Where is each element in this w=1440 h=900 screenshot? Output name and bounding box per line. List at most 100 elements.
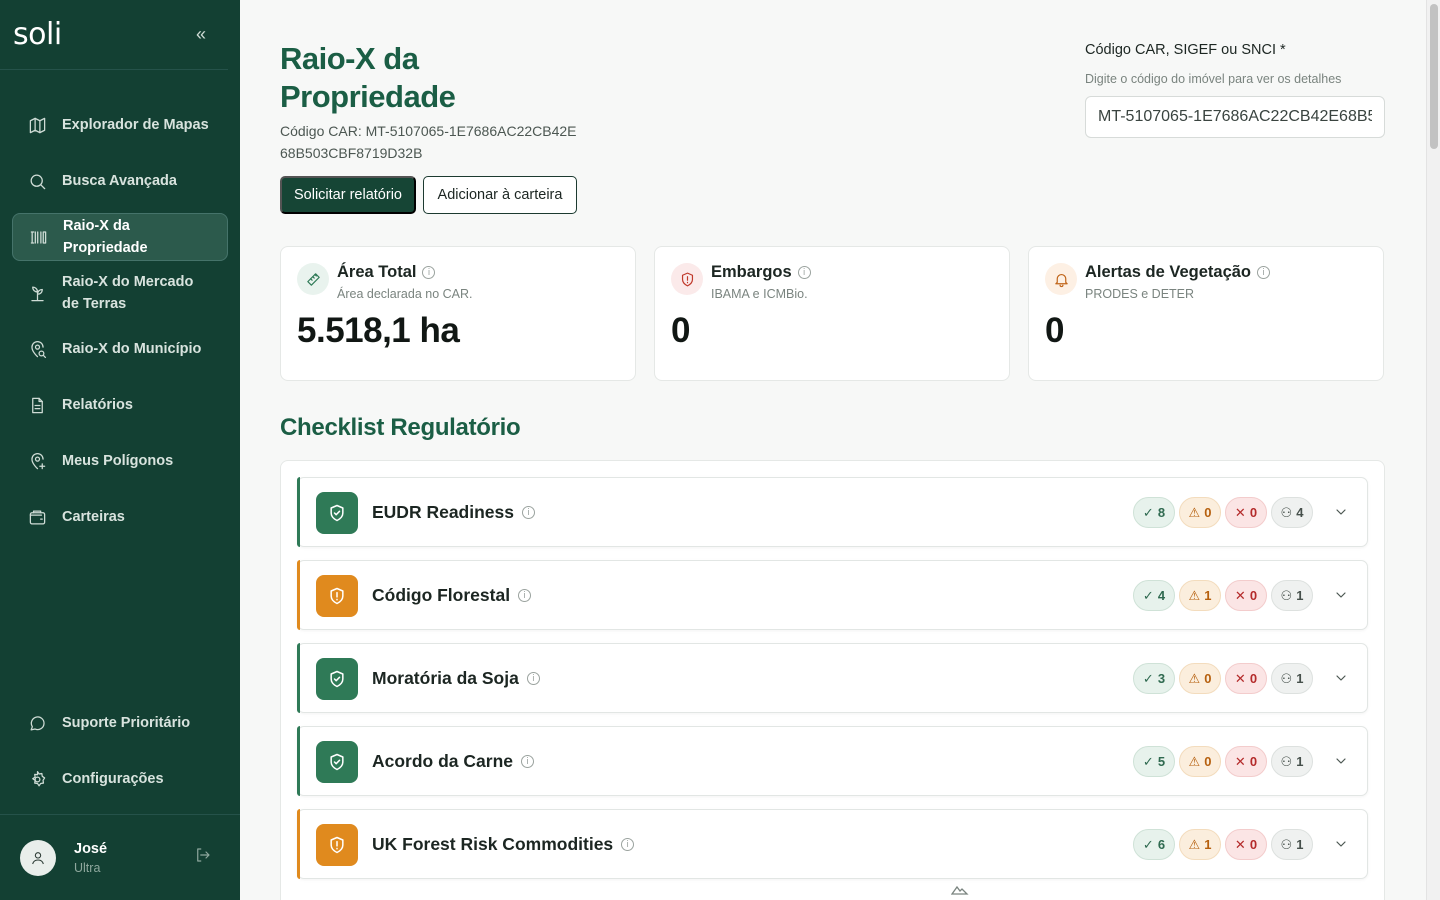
manual-count: 1 — [1296, 754, 1304, 769]
passed-badge: ✓ 6 — [1133, 829, 1175, 860]
info-icon[interactable]: i — [422, 266, 436, 279]
info-icon[interactable]: i — [521, 755, 534, 768]
checklist-row[interactable]: Moratória da Soja i ✓ 3 ⚠ 0 ✕ 0 ⚇ 1 — [297, 643, 1368, 713]
status-rail — [297, 643, 300, 713]
user-icon — [32, 851, 44, 864]
code-input[interactable] — [1085, 96, 1385, 138]
chevron-down-icon[interactable] — [1333, 836, 1349, 852]
plant-icon — [26, 282, 48, 304]
sidebar-item-busca-avancada[interactable]: Busca Avançada — [12, 157, 228, 205]
check-icon: ✓ — [1142, 670, 1154, 686]
manual-count: 4 — [1296, 505, 1304, 520]
passed-count: 8 — [1157, 505, 1166, 520]
stat-card-alertas: Alertas de Vegetação i PRODES e DETER 0 — [1028, 246, 1384, 381]
sidebar-item-label: Busca Avançada — [62, 173, 177, 189]
passed-badge: ✓ 4 — [1133, 580, 1175, 611]
info-icon[interactable]: i — [522, 506, 535, 519]
code-field-hint: Digite o código do imóvel para ver os de… — [1085, 72, 1342, 86]
warning-badge: ⚠ 0 — [1179, 497, 1221, 528]
bell-icon — [1045, 263, 1077, 295]
status-badges: ✓ 6 ⚠ 1 ✕ 0 ⚇ 1 — [1133, 829, 1313, 860]
status-rail — [297, 809, 300, 879]
sidebar-item-raio-x-mercado[interactable]: Raio-X do Mercado de Terras — [12, 269, 228, 317]
code-field-label: Código CAR, SIGEF ou SNCI * — [1085, 42, 1286, 58]
mountain-logo-icon — [947, 880, 973, 900]
manual-count: 1 — [1296, 671, 1304, 686]
warning-count: 0 — [1204, 754, 1212, 769]
status-rail — [297, 477, 300, 547]
manual-review-badge: ⚇ 1 — [1271, 829, 1313, 860]
info-icon[interactable]: i — [621, 838, 635, 851]
user-profile[interactable]: José Ultra — [0, 814, 240, 900]
info-icon[interactable]: i — [797, 266, 811, 279]
checklist-row-name: Código Florestal — [372, 585, 511, 605]
sidebar-item-raio-x-propriedade[interactable]: Raio-X da Propriedade — [12, 213, 228, 261]
failed-badge: ✕ 0 — [1225, 580, 1267, 611]
barcode-icon — [27, 226, 49, 248]
checklist-title: Checklist Regulatório — [280, 414, 521, 441]
chevron-down-icon[interactable] — [1333, 504, 1349, 520]
chevron-down-icon[interactable] — [1333, 753, 1349, 769]
checklist-panel: EUDR Readiness i ✓ 8 ⚠ 0 ✕ 0 ⚇ 4 Código Florestal i… — [280, 460, 1385, 900]
chevron-down-icon[interactable] — [1333, 670, 1349, 686]
warning-count: 1 — [1204, 588, 1212, 603]
sidebar-item-suporte[interactable]: Suporte Prioritário — [12, 699, 228, 747]
passed-badge: ✓ 3 — [1133, 663, 1175, 694]
sidebar-item-relatorios[interactable]: Relatórios — [12, 381, 228, 429]
checklist-row[interactable]: Acordo da Carne i ✓ 5 ⚠ 0 ✕ 0 ⚇ 1 — [297, 726, 1368, 796]
chevron-down-icon[interactable] — [1333, 587, 1349, 603]
info-icon[interactable]: i — [526, 672, 540, 685]
sidebar-item-carteiras[interactable]: Carteiras — [12, 493, 228, 541]
scrollbar[interactable] — [1426, 0, 1440, 900]
manual-review-badge: ⚇ 1 — [1271, 580, 1313, 611]
user-icon: ⚇ — [1280, 836, 1293, 852]
x-icon: ✕ — [1234, 670, 1246, 686]
sidebar-item-raio-x-municipio[interactable]: Raio-X do Município — [12, 325, 228, 373]
warning-icon: ⚠ — [1188, 753, 1201, 769]
request-report-button[interactable]: Solicitar relatório — [280, 176, 416, 214]
sidebar-item-label: Carteiras — [62, 509, 125, 525]
check-icon: ✓ — [1142, 504, 1154, 520]
sidebar-item-meus-poligonos[interactable]: Meus Polígonos — [12, 437, 228, 485]
sidebar-nav: Explorador de Mapas Busca Avançada Raio-… — [12, 101, 228, 549]
passed-badge: ✓ 8 — [1133, 497, 1175, 528]
stat-card-area-total: Área Total i Área declarada no CAR. 5.518… — [280, 246, 636, 381]
check-icon: ✓ — [1142, 836, 1154, 852]
failed-badge: ✕ 0 — [1225, 746, 1267, 777]
failed-count: 0 — [1249, 671, 1258, 686]
checklist-row-title: Acordo da Carne i — [372, 751, 534, 772]
x-icon: ✕ — [1234, 753, 1246, 769]
page-title: Raio-X da Propriedade — [280, 41, 456, 114]
warning-icon: ⚠ — [1188, 836, 1201, 852]
main-content: Raio-X da Propriedade Código CAR: MT-510… — [240, 0, 1426, 900]
wallet-icon — [26, 506, 48, 528]
info-icon[interactable]: i — [518, 589, 532, 602]
double-chevron-left-icon[interactable]: « — [196, 24, 206, 45]
warning-badge: ⚠ 1 — [1179, 580, 1221, 611]
status-badges: ✓ 3 ⚠ 0 ✕ 0 ⚇ 1 — [1133, 663, 1313, 694]
stat-title: Alertas de Vegetação i — [1085, 263, 1270, 282]
checklist-row[interactable]: EUDR Readiness i ✓ 8 ⚠ 0 ✕ 0 ⚇ 4 — [297, 477, 1368, 547]
checklist-row[interactable]: UK Forest Risk Commodities i ✓ 6 ⚠ 1 ✕ 0 ⚇ 1 — [297, 809, 1368, 879]
failed-count: 0 — [1249, 588, 1258, 603]
stat-subtitle: Área declarada no CAR. — [337, 287, 473, 301]
sidebar-item-explorador-de-mapas[interactable]: Explorador de Mapas — [12, 101, 228, 149]
logout-icon[interactable] — [194, 846, 212, 869]
user-icon: ⚇ — [1280, 587, 1293, 603]
add-to-portfolio-button[interactable]: Adicionar à carteira — [423, 176, 577, 214]
info-icon[interactable]: i — [1257, 266, 1270, 279]
sidebar-item-configuracoes[interactable]: Configurações — [12, 755, 228, 803]
stat-title-text: Área Total — [337, 263, 417, 281]
stat-title-text: Alertas de Vegetação — [1085, 263, 1251, 281]
user-icon: ⚇ — [1280, 670, 1293, 686]
checklist-row[interactable]: Código Florestal i ✓ 4 ⚠ 1 ✕ 0 ⚇ 1 — [297, 560, 1368, 630]
x-icon: ✕ — [1234, 587, 1246, 603]
warning-count: 0 — [1204, 671, 1212, 686]
checklist-row-title: Código Florestal i — [372, 585, 532, 606]
warning-icon: ⚠ — [1188, 670, 1201, 686]
user-info: José Ultra — [74, 841, 194, 875]
logo: soli — [13, 17, 62, 52]
scrollbar-thumb[interactable] — [1430, 4, 1438, 149]
warning-count: 0 — [1204, 505, 1212, 520]
failed-count: 0 — [1249, 754, 1258, 769]
